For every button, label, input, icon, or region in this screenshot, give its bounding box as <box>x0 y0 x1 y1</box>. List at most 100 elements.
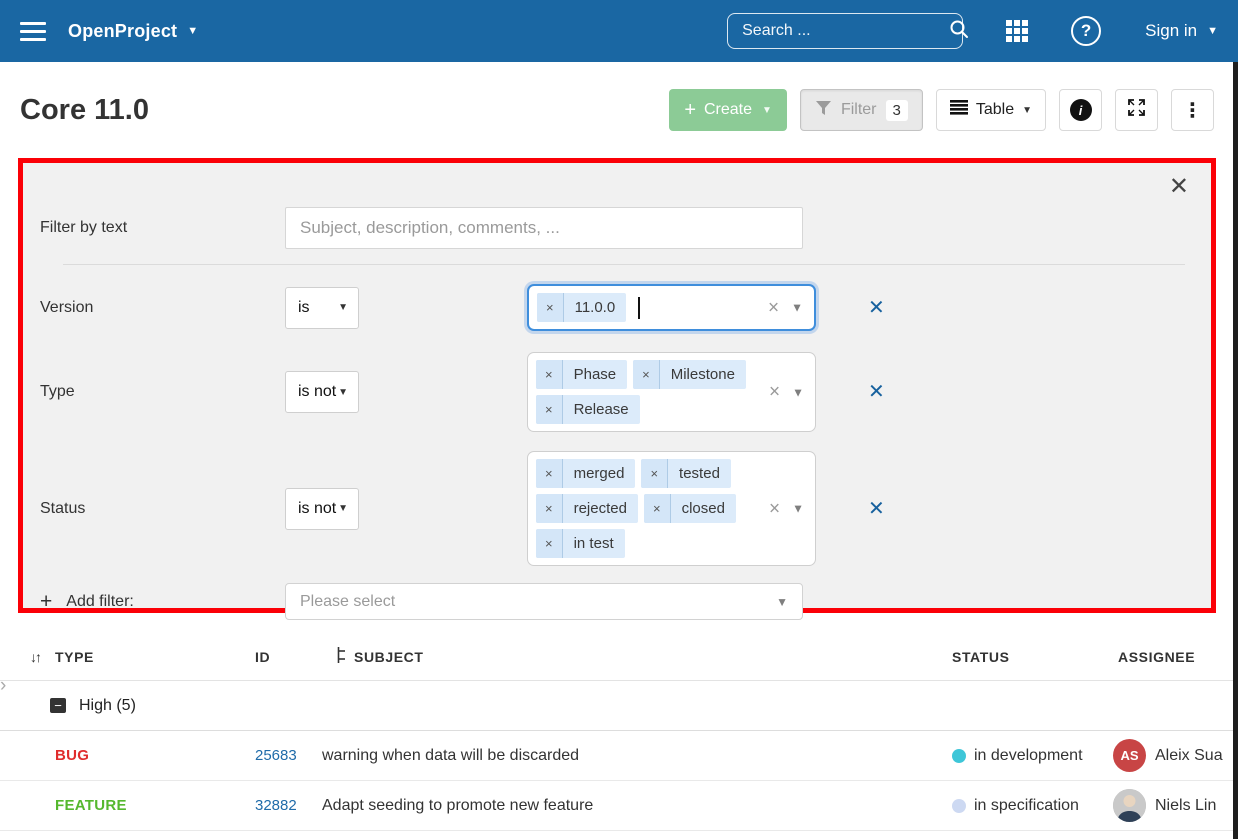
create-button[interactable]: + Create ▼ <box>669 89 787 131</box>
column-header-assignee[interactable]: ASSIGNEE <box>1118 649 1238 665</box>
assignee-name: Niels Lin <box>1155 797 1216 815</box>
filter-by-text-row: Filter by text <box>23 207 1211 249</box>
status-value-select[interactable]: × merged × tested × rejected × closed × <box>527 451 816 566</box>
table-row[interactable]: BUG 25683 warning when data will be disc… <box>0 731 1238 781</box>
brand-caret-icon[interactable]: ▼ <box>187 25 198 37</box>
remove-chip-icon[interactable]: × <box>537 293 564 322</box>
operator-select-version[interactable]: is ▼ <box>285 287 359 329</box>
page-scrollbar[interactable] <box>1233 62 1238 839</box>
remove-filter-icon[interactable]: ✕ <box>868 298 885 318</box>
chip-label: tested <box>668 459 731 488</box>
value-chip: × tested <box>641 459 730 488</box>
status-dot <box>952 749 966 763</box>
assignee-cell[interactable]: Niels Lin <box>1113 789 1238 822</box>
fullscreen-button[interactable] <box>1115 89 1158 131</box>
column-header-id[interactable]: ID <box>255 649 337 665</box>
app-header: OpenProject ▼ ? Sign in ▼ <box>0 0 1238 62</box>
clear-values-icon[interactable]: × <box>768 298 779 317</box>
chip-label: Phase <box>563 360 628 389</box>
sign-in-label: Sign in <box>1145 21 1197 41</box>
work-package-table: › ↓↑ TYPE ID SUBJECT STATUS ASSIGNEE − H… <box>0 633 1238 831</box>
more-options-button[interactable]: ⋮ <box>1171 89 1214 131</box>
sort-icon[interactable]: ↓↑ <box>30 649 55 665</box>
caret-down-icon: ▼ <box>776 595 788 609</box>
brand-logo[interactable]: OpenProject <box>68 21 177 42</box>
caret-down-icon[interactable]: ▼ <box>792 385 804 399</box>
add-filter-placeholder: Please select <box>300 593 395 611</box>
status-dot <box>952 799 966 813</box>
remove-chip-icon[interactable]: × <box>536 360 563 389</box>
remove-chip-icon[interactable]: × <box>536 529 563 558</box>
question-glyph: ? <box>1081 21 1091 41</box>
help-icon[interactable]: ? <box>1071 16 1101 46</box>
avatar: AS <box>1113 739 1146 772</box>
type-cell[interactable]: BUG <box>55 747 255 764</box>
subject-header-label: SUBJECT <box>354 649 424 665</box>
status-cell[interactable]: in specification <box>952 797 1118 815</box>
column-header-type[interactable]: TYPE <box>55 649 255 665</box>
caret-down-icon[interactable]: ▼ <box>792 502 804 516</box>
divider <box>63 264 1185 265</box>
subject-cell[interactable]: warning when data will be discarded <box>322 747 952 765</box>
operator-value: is <box>298 299 310 317</box>
info-icon: i <box>1070 99 1092 121</box>
chip-label: in test <box>563 529 625 558</box>
sidebar-expand-handle[interactable]: › <box>0 675 6 697</box>
hamburger-menu-icon[interactable] <box>20 22 46 41</box>
table-label: Table <box>976 101 1014 119</box>
add-filter-select[interactable]: Please select ▼ <box>285 583 803 620</box>
column-header-subject[interactable]: SUBJECT <box>337 647 952 666</box>
table-icon <box>950 100 968 120</box>
global-search[interactable] <box>727 13 963 49</box>
operator-select-type[interactable]: is not ▼ <box>285 371 359 413</box>
version-value-select[interactable]: × 11.0.0 × ▼ <box>527 284 816 331</box>
chip-label: 11.0.0 <box>564 293 627 322</box>
remove-filter-icon[interactable]: ✕ <box>868 499 885 519</box>
table-row[interactable]: FEATURE 32882 Adapt seeding to promote n… <box>0 781 1238 831</box>
clear-values-icon[interactable]: × <box>769 499 780 518</box>
create-label: Create <box>704 101 752 119</box>
assignee-cell[interactable]: AS Aleix Sua <box>1113 739 1238 772</box>
filter-panel: ✕ Filter by text Version is ▼ × 11.0.0 <box>18 158 1216 613</box>
value-chip: × Release <box>536 395 640 424</box>
group-row-high[interactable]: − High (5) <box>0 681 1238 731</box>
assignee-name: Aleix Sua <box>1155 747 1223 765</box>
chip-label: merged <box>563 459 636 488</box>
filter-by-text-input[interactable] <box>285 207 803 249</box>
minus-glyph: − <box>54 698 62 713</box>
subject-cell[interactable]: Adapt seeding to promote new feature <box>322 797 952 815</box>
column-header-status[interactable]: STATUS <box>952 649 1118 665</box>
filter-button[interactable]: Filter 3 <box>800 89 923 131</box>
status-cell[interactable]: in development <box>952 747 1118 765</box>
remove-chip-icon[interactable]: × <box>536 494 563 523</box>
operator-select-status[interactable]: is not ▼ <box>285 488 359 530</box>
remove-chip-icon[interactable]: × <box>644 494 671 523</box>
search-icon[interactable] <box>949 19 969 44</box>
clear-values-icon[interactable]: × <box>769 383 780 402</box>
modules-grid-icon[interactable] <box>1005 19 1029 43</box>
value-chip: × merged <box>536 459 635 488</box>
remove-filter-icon[interactable]: ✕ <box>868 382 885 402</box>
view-mode-button[interactable]: Table ▼ <box>936 89 1046 131</box>
filter-count-badge: 3 <box>886 100 908 121</box>
avatar-photo <box>1113 789 1146 822</box>
caret-down-icon[interactable]: ▼ <box>791 301 803 315</box>
status-label: in development <box>974 747 1083 765</box>
remove-chip-icon[interactable]: × <box>633 360 660 389</box>
value-chip: × 11.0.0 <box>537 293 626 322</box>
collapse-group-icon[interactable]: − <box>50 698 66 713</box>
close-filter-panel-icon[interactable]: ✕ <box>1169 175 1189 199</box>
fullscreen-icon <box>1127 98 1146 122</box>
remove-chip-icon[interactable]: × <box>641 459 668 488</box>
search-input[interactable] <box>742 22 949 40</box>
chip-label: closed <box>671 494 736 523</box>
remove-chip-icon[interactable]: × <box>536 395 563 424</box>
sign-in-button[interactable]: Sign in ▼ <box>1145 21 1218 41</box>
type-value-select[interactable]: × Phase × Milestone × Release × ▼ <box>527 352 816 432</box>
info-button[interactable]: i <box>1059 89 1102 131</box>
value-chip: × closed <box>644 494 736 523</box>
operator-value: is not <box>298 383 336 401</box>
type-cell[interactable]: FEATURE <box>55 797 255 814</box>
remove-chip-icon[interactable]: × <box>536 459 563 488</box>
filter-row-version: Version is ▼ × 11.0.0 × ▼ ✕ <box>23 284 1211 331</box>
